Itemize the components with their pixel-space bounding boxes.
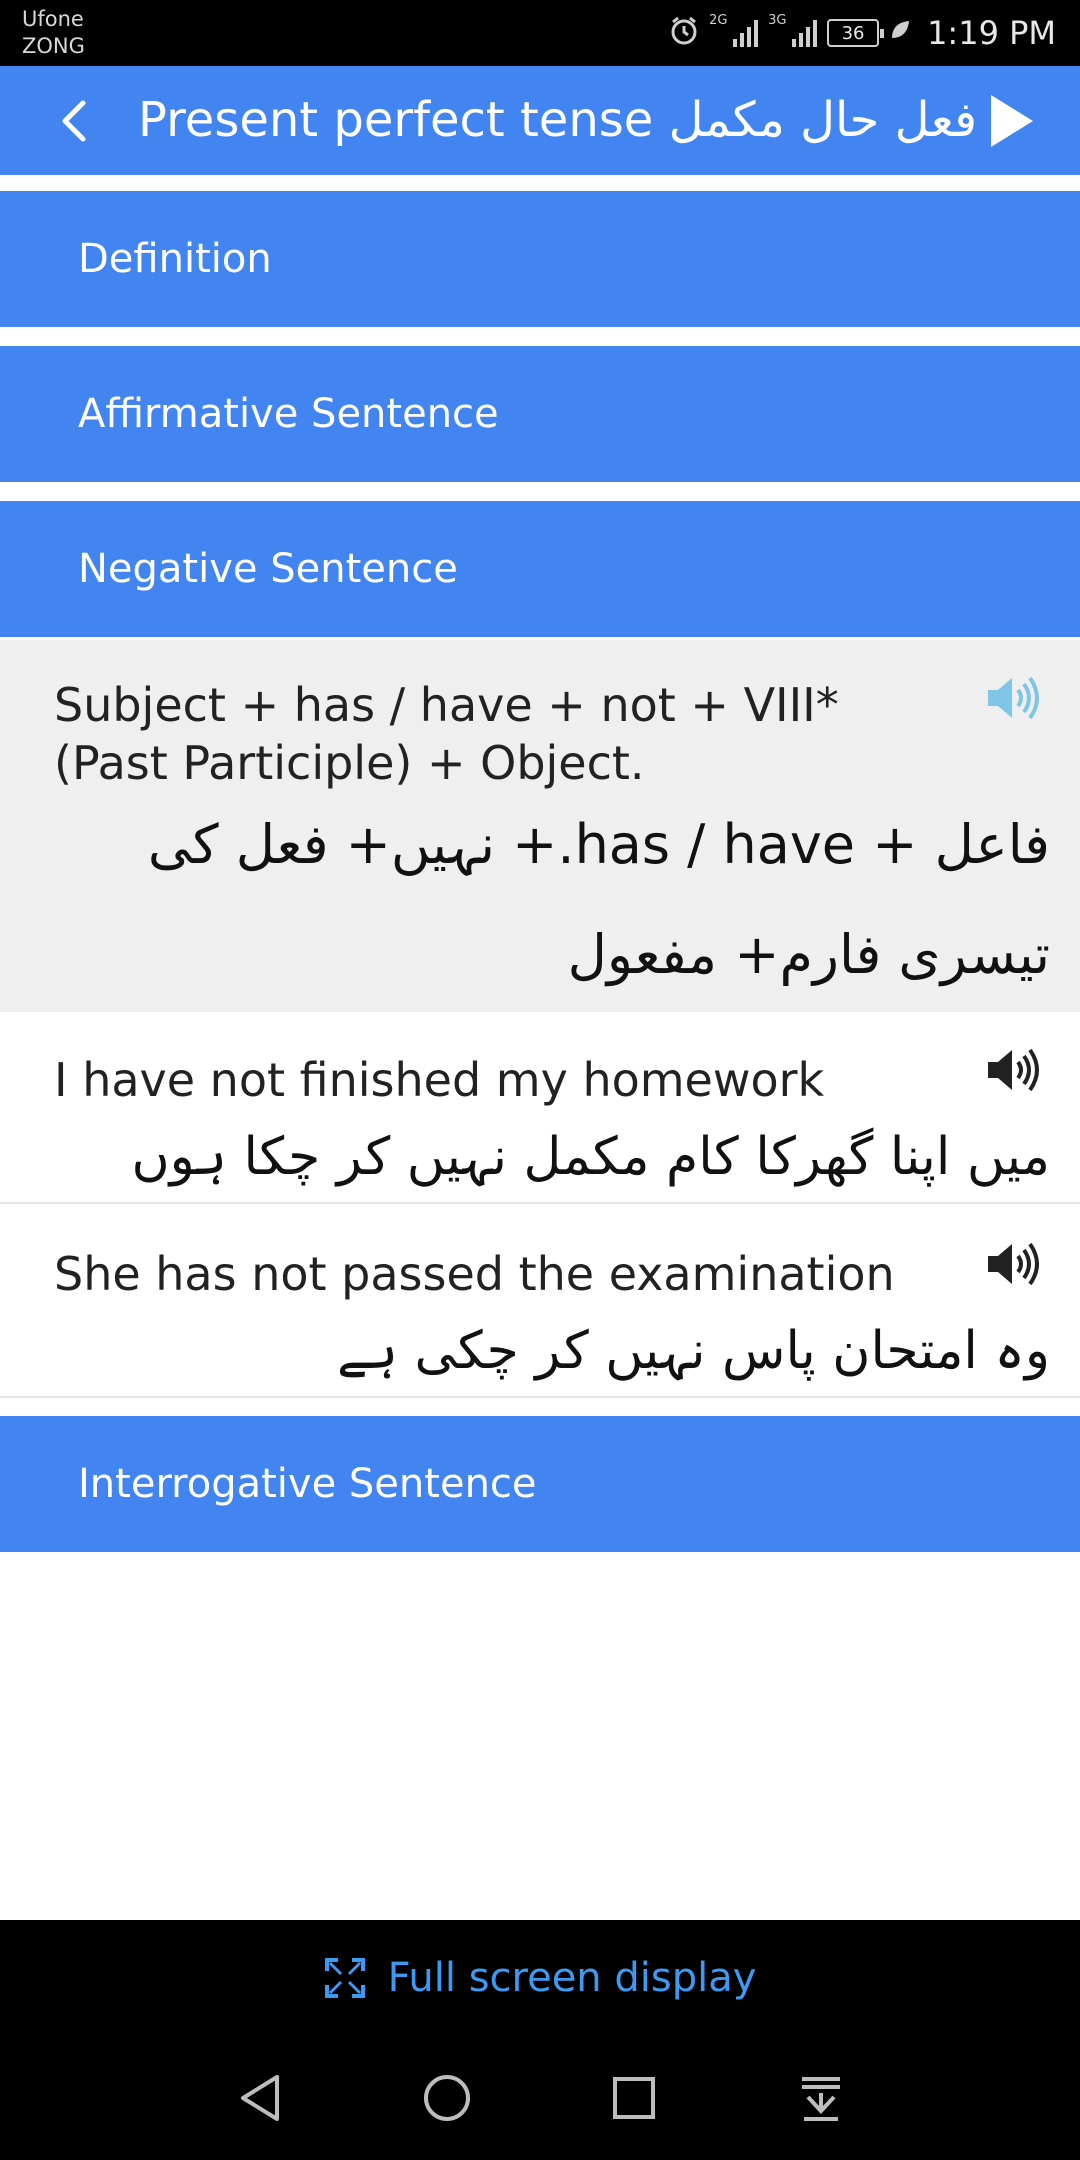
- section-negative[interactable]: Negative Sentence: [0, 501, 1080, 637]
- triangle-back-icon: [241, 2075, 279, 2121]
- play-icon: [991, 95, 1033, 147]
- square-recents-icon: [613, 2077, 655, 2119]
- alarm-icon: [669, 16, 699, 50]
- example-english: She has not passed the examination: [54, 1247, 895, 1301]
- example-english: I have not finished my homework: [54, 1053, 825, 1107]
- speaker-icon: [988, 1048, 1039, 1092]
- section-definition[interactable]: Definition: [0, 191, 1080, 327]
- signal-icon-1: 2G: [709, 13, 759, 47]
- leaf-icon: [889, 19, 911, 47]
- nav-back-button[interactable]: [230, 2068, 290, 2128]
- navigation-bar: [0, 2036, 1080, 2160]
- play-button[interactable]: [980, 90, 1042, 152]
- nav-home-button[interactable]: [417, 2068, 477, 2128]
- formula-urdu-line-1: فاعل + has / have.+ نہیں+ فعل کی: [147, 813, 1050, 876]
- example-urdu: وہ امتحان پاس نہیں کر چکی ہے: [337, 1321, 1050, 1381]
- section-interrogative[interactable]: Interrogative Sentence: [0, 1416, 1080, 1552]
- app-bar: Present perfect tense فعل حال مکمل: [0, 66, 1080, 175]
- formula-block: Subject + has / have + not + VIII* (Past…: [0, 640, 1080, 1012]
- circle-home-icon: [424, 2075, 470, 2121]
- carrier-label: Ufone ZONG: [22, 6, 85, 60]
- example-speaker-button[interactable]: [982, 1042, 1042, 1098]
- nav-notifications-button[interactable]: [791, 2068, 851, 2128]
- status-bar: Ufone ZONG 2G 3G 36 1:19 PM: [0, 0, 1080, 66]
- section-affirmative[interactable]: Affirmative Sentence: [0, 346, 1080, 482]
- page-title: Present perfect tense فعل حال مکمل: [138, 92, 978, 148]
- nav-recents-button[interactable]: [604, 2068, 664, 2128]
- speaker-icon: [988, 676, 1039, 720]
- back-button[interactable]: [44, 91, 104, 151]
- fullscreen-button[interactable]: Full screen display: [0, 1920, 1080, 2036]
- chevron-left-icon: [62, 100, 86, 142]
- example-item-1: I have not finished my homework میں اپنا…: [0, 1012, 1080, 1204]
- carrier-line-2: ZONG: [22, 34, 85, 58]
- signal-icon-2: 3G: [768, 13, 818, 47]
- fullscreen-label: Full screen display: [387, 1955, 757, 2001]
- formula-urdu-line-2: تیسری فارم+ مفعول: [567, 923, 1050, 986]
- status-icons: 2G 3G 36 1:19 PM: [669, 10, 1056, 56]
- carrier-line-1: Ufone: [22, 7, 84, 31]
- formula-speaker-button[interactable]: [982, 670, 1042, 726]
- clock: 1:19 PM: [927, 14, 1056, 52]
- example-item-2: She has not passed the examination وہ ام…: [0, 1206, 1080, 1398]
- pull-down-icon: [802, 2077, 840, 2121]
- example-urdu: میں اپنا گھرکا کام مکمل نہیں کر چکا ہوں: [131, 1127, 1050, 1187]
- battery-icon: 36: [827, 19, 885, 47]
- example-speaker-button[interactable]: [982, 1236, 1042, 1292]
- formula-english: Subject + has / have + not + VIII* (Past…: [54, 678, 839, 790]
- expand-icon: [324, 1958, 365, 1998]
- speaker-icon: [988, 1242, 1039, 1286]
